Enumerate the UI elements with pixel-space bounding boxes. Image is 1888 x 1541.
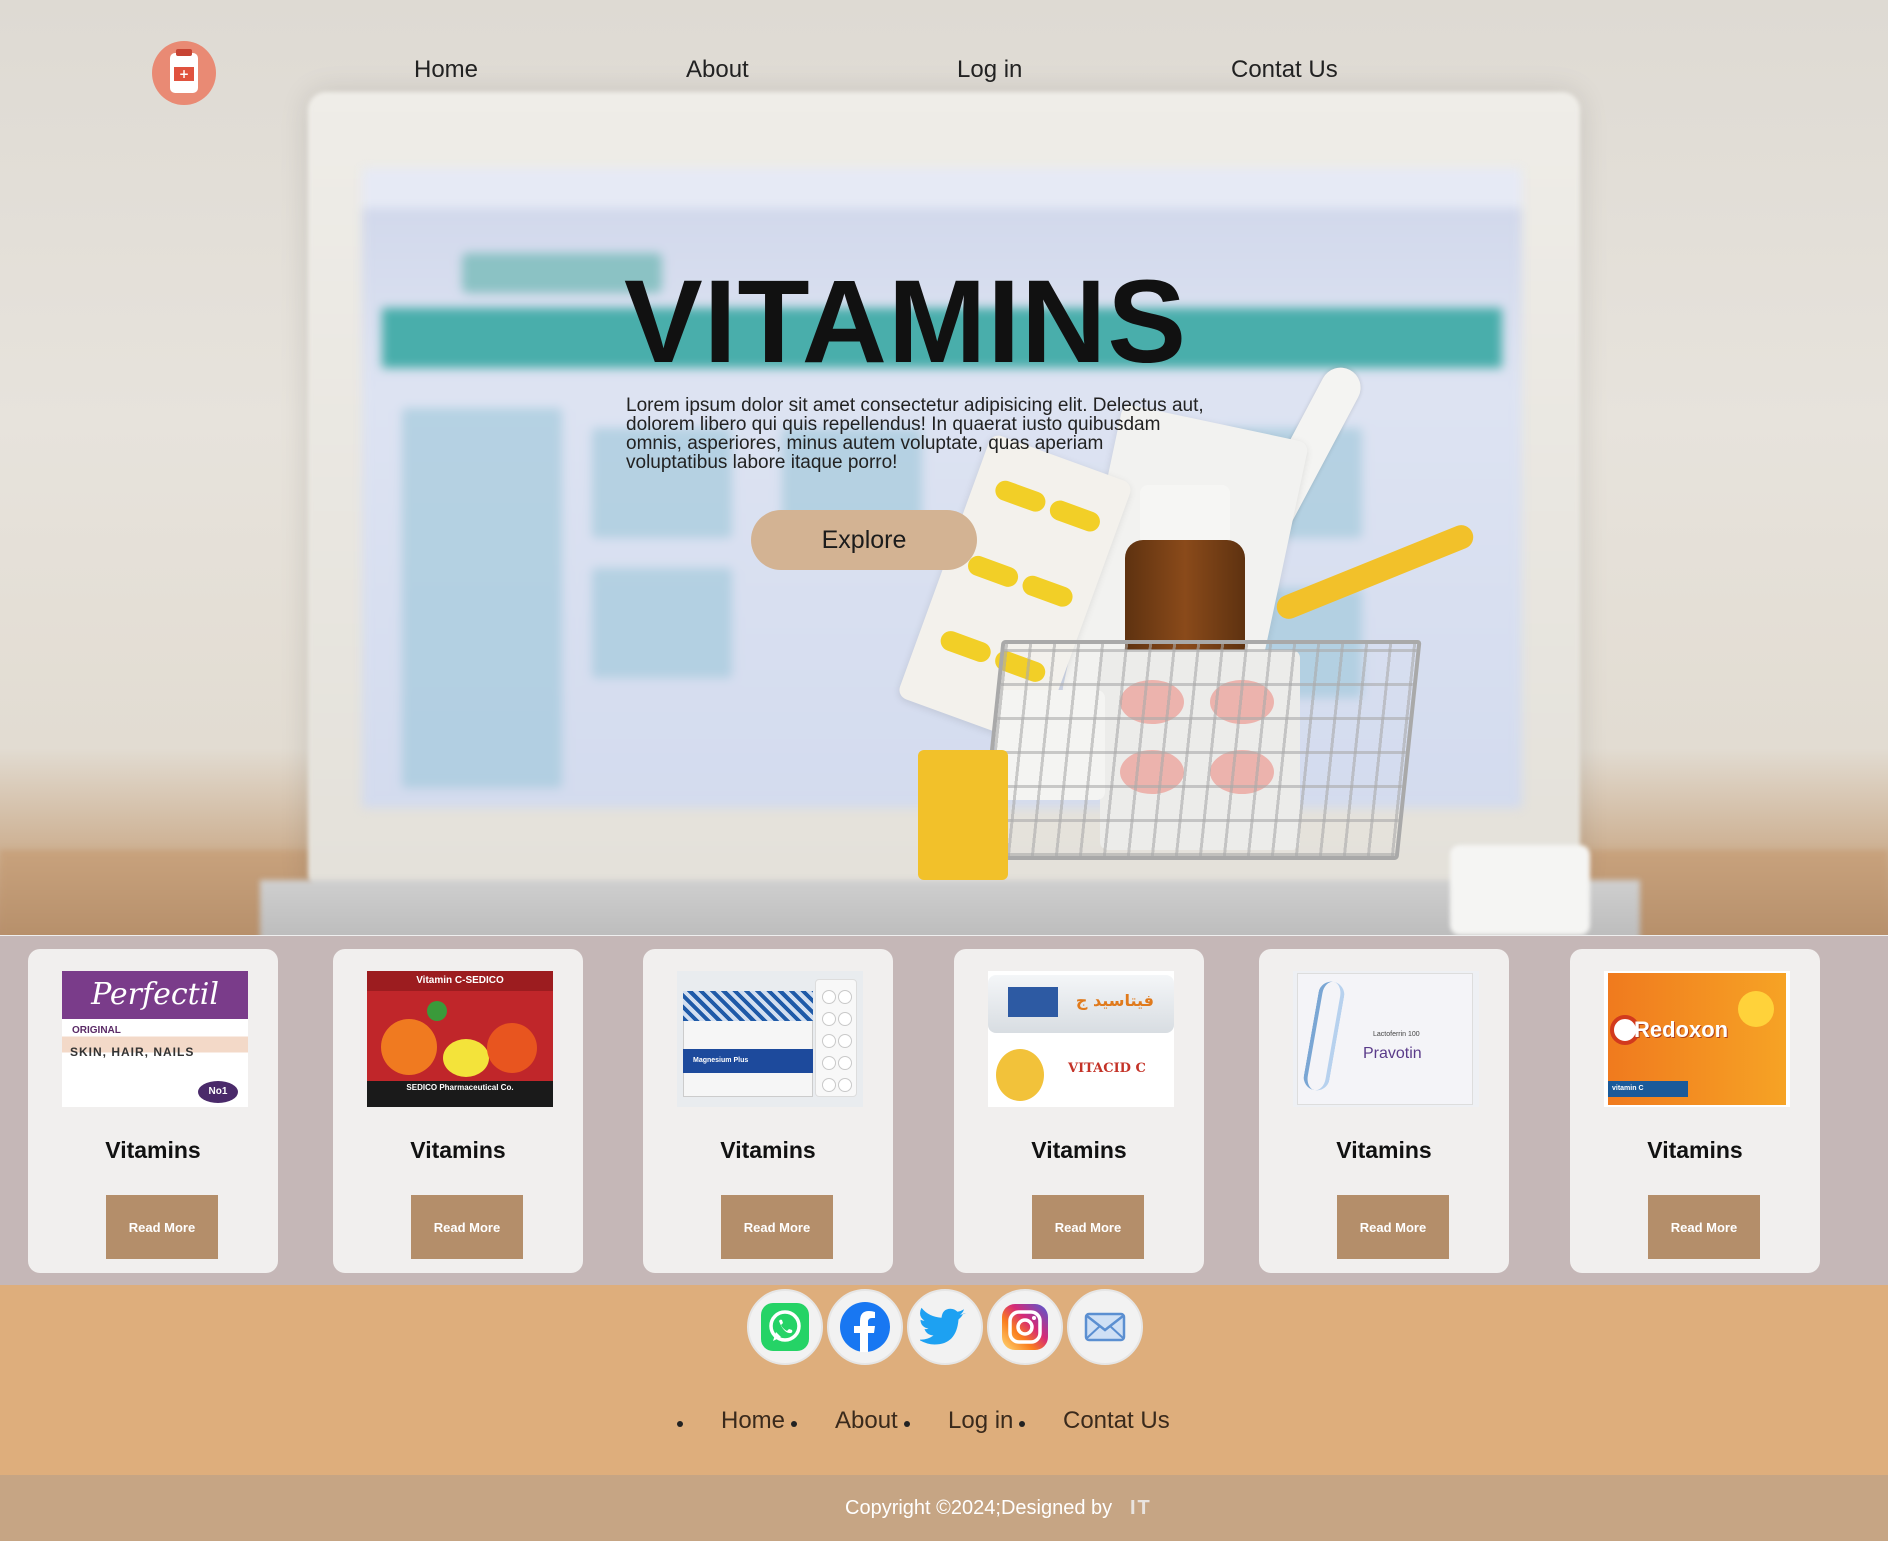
whatsapp-link[interactable]	[747, 1289, 823, 1365]
footer: Home About Log in Contat Us	[0, 1285, 1888, 1475]
product-image: Lactoferrin 100 Pravotin	[1293, 971, 1479, 1107]
product-image: Magnesium Plus	[677, 971, 863, 1107]
product-card: فيتاسيد ج VITACID C Vitamins Read More	[954, 949, 1204, 1273]
product-title: Vitamins	[1647, 1137, 1743, 1163]
site-logo[interactable]: +	[152, 41, 216, 105]
read-more-button[interactable]: Read More	[411, 1195, 523, 1259]
footer-link-contact[interactable]: Contat Us	[1063, 1407, 1170, 1435]
list-bullet	[791, 1421, 797, 1427]
product-title: Vitamins	[105, 1137, 201, 1163]
product-card: Magnesium Plus Vitamins Read More	[643, 949, 893, 1273]
product-image: Perfectil ORIGINAL SKIN, HAIR, NAILS No1	[62, 971, 248, 1107]
instagram-link[interactable]	[987, 1289, 1063, 1365]
list-bullet	[1019, 1421, 1025, 1427]
nav-link-home[interactable]: Home	[414, 56, 478, 84]
footer-link-login[interactable]: Log in	[948, 1407, 1013, 1435]
list-bullet	[904, 1421, 910, 1427]
list-bullet	[677, 1421, 683, 1427]
nav-link-about[interactable]: About	[686, 56, 749, 84]
copyright-text: Copyright ©2024;Designed by	[845, 1497, 1113, 1519]
product-title: Vitamins	[410, 1137, 506, 1163]
designer-brand: IT	[1130, 1497, 1152, 1519]
hero-title: VITAMINS	[624, 256, 1188, 388]
facebook-link[interactable]	[827, 1289, 903, 1365]
read-more-button[interactable]: Read More	[721, 1195, 833, 1259]
footer-link-home[interactable]: Home	[721, 1407, 785, 1435]
copyright-bar: Copyright ©2024;Designed by IT	[0, 1475, 1888, 1541]
product-title: Vitamins	[720, 1137, 816, 1163]
hero-description: Lorem ipsum dolor sit amet consectetur a…	[626, 395, 1204, 473]
read-more-button[interactable]: Read More	[1337, 1195, 1449, 1259]
nav-link-login[interactable]: Log in	[957, 56, 1022, 84]
twitter-icon	[920, 1307, 966, 1345]
twitter-link[interactable]	[907, 1289, 983, 1365]
products-section: Perfectil ORIGINAL SKIN, HAIR, NAILS No1…	[0, 935, 1888, 1285]
read-more-button[interactable]: Read More	[106, 1195, 218, 1259]
read-more-button[interactable]: Read More	[1648, 1195, 1760, 1259]
medicine-bottle-icon: +	[170, 49, 198, 93]
product-card: Lactoferrin 100 Pravotin Vitamins Read M…	[1259, 949, 1509, 1273]
nav-link-contact[interactable]: Contat Us	[1231, 56, 1338, 84]
mail-icon	[1084, 1312, 1126, 1342]
mail-link[interactable]	[1067, 1289, 1143, 1365]
product-image: Vitamin C-SEDICO SEDICO Pharmaceutical C…	[367, 971, 553, 1107]
product-card: Perfectil ORIGINAL SKIN, HAIR, NAILS No1…	[28, 949, 278, 1273]
whatsapp-icon	[761, 1303, 809, 1351]
product-title: Vitamins	[1336, 1137, 1432, 1163]
footer-nav: Home About Log in Contat Us	[0, 1407, 1888, 1437]
hero-section: + Home About Log in Contat Us VITAMINS L…	[0, 0, 1888, 935]
read-more-button[interactable]: Read More	[1032, 1195, 1144, 1259]
facebook-icon	[840, 1302, 890, 1352]
instagram-icon	[1002, 1304, 1048, 1350]
product-image: Redoxon vitamin C	[1604, 971, 1790, 1107]
product-image: فيتاسيد ج VITACID C	[988, 971, 1174, 1107]
explore-button[interactable]: Explore	[751, 510, 977, 570]
product-card: Redoxon vitamin C Vitamins Read More	[1570, 949, 1820, 1273]
footer-link-about[interactable]: About	[835, 1407, 898, 1435]
product-title: Vitamins	[1031, 1137, 1127, 1163]
product-card: Vitamin C-SEDICO SEDICO Pharmaceutical C…	[333, 949, 583, 1273]
